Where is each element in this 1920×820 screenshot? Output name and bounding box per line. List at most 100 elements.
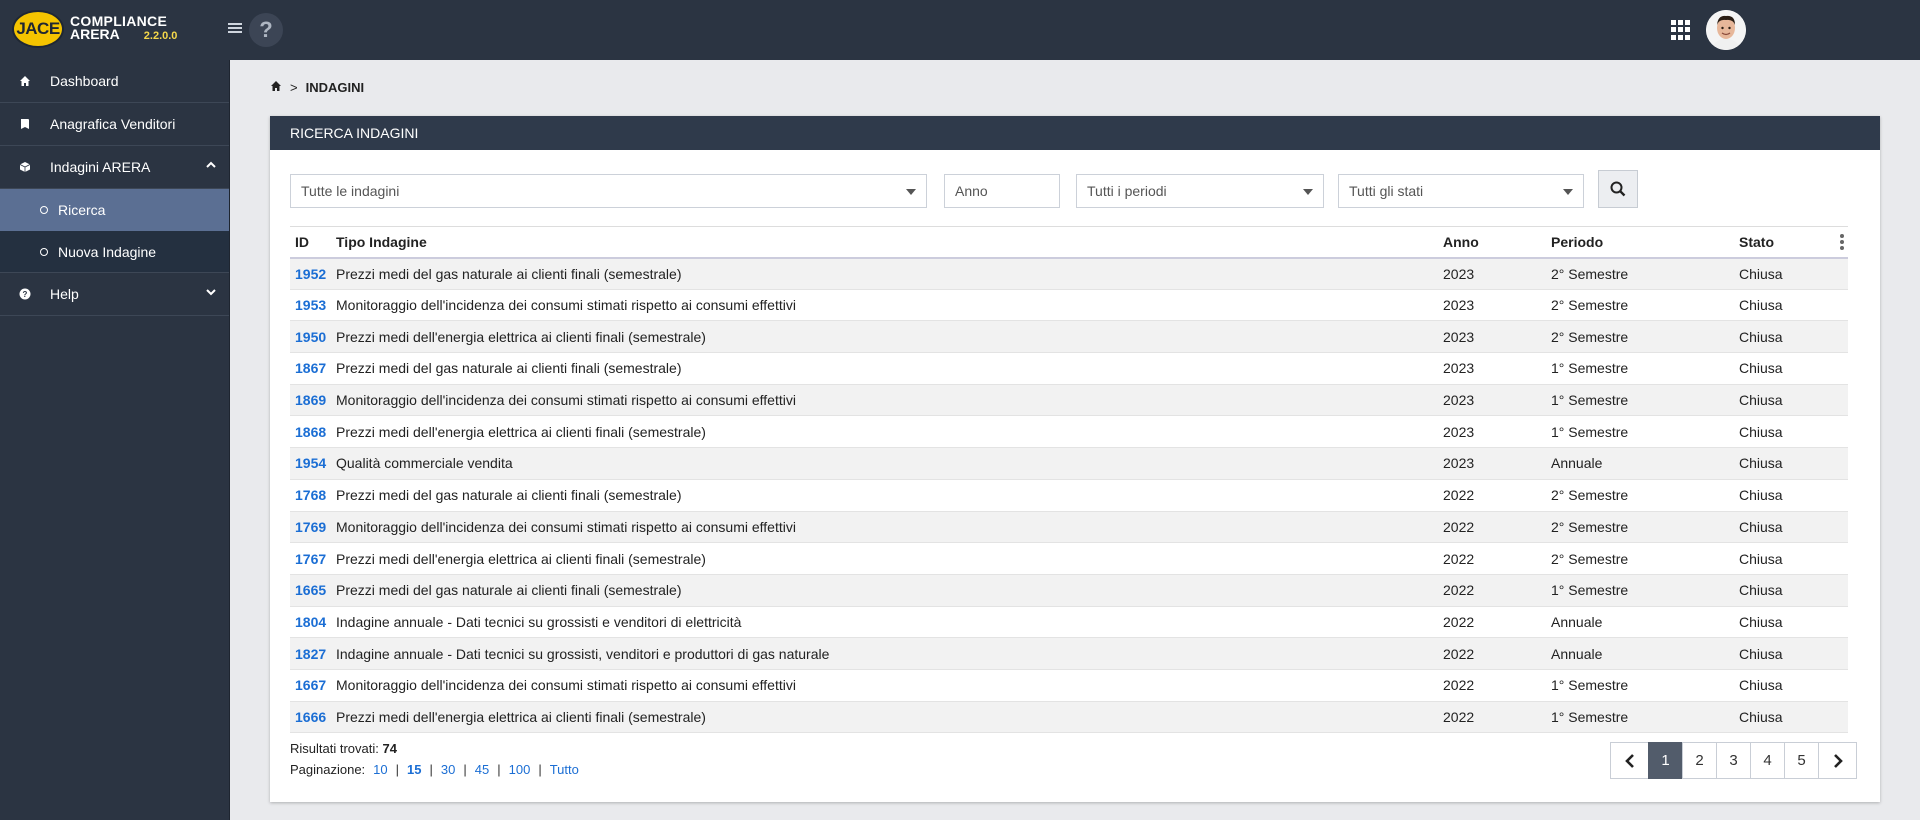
cell-stato: Chiusa xyxy=(1734,574,1848,607)
cell-anno: 2023 xyxy=(1438,447,1546,480)
cell-tipo: Prezzi medi dell'energia elettrica ai cl… xyxy=(331,701,1438,734)
page-size-label: Paginazione: xyxy=(290,762,366,777)
cell-tipo: Monitoraggio dell'incidenza dei consumi … xyxy=(331,384,1438,417)
cell-id[interactable]: 1667 xyxy=(290,669,331,702)
sidebar-subitem-ricerca[interactable]: Ricerca xyxy=(0,189,229,231)
cell-id[interactable]: 1804 xyxy=(290,606,331,639)
stato-select[interactable]: Tutti gli stati xyxy=(1338,174,1584,208)
grid-icon[interactable] xyxy=(1671,20,1691,40)
table-row[interactable]: 1954 Qualità commerciale vendita 2023 Annua… xyxy=(290,447,1848,480)
table-row[interactable]: 1666 Prezzi medi dell'energia elettrica a… xyxy=(290,701,1848,734)
next-page-button[interactable] xyxy=(1818,742,1857,779)
results-count: Risultati trovati: 74 xyxy=(290,741,397,756)
cell-stato: Chiusa xyxy=(1734,542,1848,575)
page-size-divider: | xyxy=(497,762,501,777)
table-row[interactable]: 1952 Prezzi medi del gas naturale ai clie… xyxy=(290,257,1848,290)
sidebar-item-label: Dashboard xyxy=(50,73,119,89)
cell-anno: 2022 xyxy=(1438,479,1546,512)
table-row[interactable]: 1769 Monitoraggio dell'incidenza dei cons… xyxy=(290,511,1848,544)
table-row[interactable]: 1827 Indagine annuale - Dati tecnici su g… xyxy=(290,637,1848,670)
cell-stato: Chiusa xyxy=(1734,447,1848,480)
logo-text: COMPLIANCE ARERA 2.2.0.0 xyxy=(70,14,177,43)
column-header-id[interactable]: ID xyxy=(290,226,331,259)
table-row[interactable]: 1953 Monitoraggio dell'incidenza dei cons… xyxy=(290,289,1848,322)
cell-id[interactable]: 1869 xyxy=(290,384,331,417)
sidebar-item-indagini-arera[interactable]: Indagini ARERA xyxy=(0,146,229,189)
cell-anno: 2023 xyxy=(1438,352,1546,385)
periodo-select[interactable]: Tutti i periodi xyxy=(1076,174,1324,208)
app-logo[interactable]: JACE COMPLIANCE ARERA 2.2.0.0 xyxy=(12,10,177,48)
cell-id[interactable]: 1954 xyxy=(290,447,331,480)
cell-id[interactable]: 1868 xyxy=(290,415,331,449)
table-row[interactable]: 1804 Indagine annuale - Dati tecnici su g… xyxy=(290,606,1848,639)
page-size-option[interactable]: 10 xyxy=(373,762,387,777)
cell-stato: Chiusa xyxy=(1734,415,1848,449)
page-size-selector: Paginazione: 10 | 15 | 30 | 45 | 100 | Tutto xyxy=(290,762,579,777)
table-row[interactable]: 1868 Prezzi medi dell'energia elettrica a… xyxy=(290,415,1848,449)
cell-id[interactable]: 1952 xyxy=(290,257,331,290)
page-size-option[interactable]: 15 xyxy=(407,762,421,777)
cell-id[interactable]: 1666 xyxy=(290,701,331,734)
cell-periodo: Annuale xyxy=(1546,447,1734,480)
cell-id[interactable]: 1953 xyxy=(290,289,331,322)
table-row[interactable]: 1867 Prezzi medi del gas naturale ai clie… xyxy=(290,352,1848,385)
cell-id[interactable]: 1768 xyxy=(290,479,331,512)
cell-id[interactable]: 1867 xyxy=(290,352,331,385)
column-menu-icon[interactable] xyxy=(1840,234,1844,252)
sidebar-item-help[interactable]: ? Help xyxy=(0,273,229,316)
page-button[interactable]: 3 xyxy=(1716,742,1751,779)
cell-anno: 2022 xyxy=(1438,701,1546,734)
avatar[interactable] xyxy=(1706,10,1746,50)
hamburger-icon[interactable] xyxy=(228,19,244,39)
help-icon[interactable]: ? xyxy=(249,13,283,47)
column-header-tipo[interactable]: Tipo Indagine xyxy=(331,226,1438,259)
page-size-option[interactable]: 100 xyxy=(509,762,531,777)
cell-id[interactable]: 1950 xyxy=(290,320,331,354)
page-size-option[interactable]: 45 xyxy=(475,762,489,777)
cell-periodo: 1° Semestre xyxy=(1546,669,1734,702)
page-size-option[interactable]: 30 xyxy=(441,762,455,777)
box-icon xyxy=(18,160,32,174)
cell-periodo: 2° Semestre xyxy=(1546,511,1734,544)
cell-stato: Chiusa xyxy=(1734,479,1848,512)
page-button[interactable]: 1 xyxy=(1648,742,1683,779)
chevron-down-icon[interactable] xyxy=(205,286,217,301)
column-header-periodo[interactable]: Periodo xyxy=(1546,226,1734,259)
column-header-anno[interactable]: Anno xyxy=(1438,226,1546,259)
sidebar-item-dashboard[interactable]: Dashboard xyxy=(0,60,229,103)
table-row[interactable]: 1950 Prezzi medi dell'energia elettrica a… xyxy=(290,320,1848,354)
cell-id[interactable]: 1769 xyxy=(290,511,331,544)
home-icon[interactable] xyxy=(270,80,282,95)
sidebar-subitem-nuova-indagine[interactable]: Nuova Indagine xyxy=(0,231,229,273)
cell-id[interactable]: 1767 xyxy=(290,542,331,575)
cell-periodo: Annuale xyxy=(1546,637,1734,670)
table-row[interactable]: 1767 Prezzi medi dell'energia elettrica a… xyxy=(290,542,1848,575)
cell-id[interactable]: 1827 xyxy=(290,637,331,670)
sidebar-item-anagrafica-venditori[interactable]: Anagrafica Venditori xyxy=(0,103,229,146)
table-row[interactable]: 1869 Monitoraggio dell'incidenza dei cons… xyxy=(290,384,1848,417)
cell-tipo: Prezzi medi del gas naturale ai clienti … xyxy=(331,352,1438,385)
cell-id[interactable]: 1665 xyxy=(290,574,331,607)
table-row[interactable]: 1667 Monitoraggio dell'incidenza dei cons… xyxy=(290,669,1848,702)
page-button[interactable]: 2 xyxy=(1682,742,1717,779)
circle-icon xyxy=(40,247,48,256)
cell-periodo: 1° Semestre xyxy=(1546,701,1734,734)
table-row[interactable]: 1665 Prezzi medi del gas naturale ai clie… xyxy=(290,574,1848,607)
page-size-option[interactable]: Tutto xyxy=(550,762,579,777)
anno-input[interactable]: Anno xyxy=(944,174,1060,208)
page-button[interactable]: 4 xyxy=(1750,742,1785,779)
search-button[interactable] xyxy=(1598,170,1638,208)
cell-tipo: Monitoraggio dell'incidenza dei consumi … xyxy=(331,289,1438,322)
cell-tipo: Prezzi medi dell'energia elettrica ai cl… xyxy=(331,542,1438,575)
prev-page-button[interactable] xyxy=(1610,742,1649,779)
cell-stato: Chiusa xyxy=(1734,289,1848,322)
cell-tipo: Prezzi medi dell'energia elettrica ai cl… xyxy=(331,320,1438,354)
cell-periodo: 1° Semestre xyxy=(1546,415,1734,449)
tipo-indagine-select[interactable]: Tutte le indagini xyxy=(290,174,927,208)
chevron-up-icon[interactable] xyxy=(205,159,217,174)
column-header-stato[interactable]: Stato xyxy=(1734,226,1848,259)
table-row[interactable]: 1768 Prezzi medi del gas naturale ai clie… xyxy=(290,479,1848,512)
caret-down-icon xyxy=(1303,189,1313,195)
page-button[interactable]: 5 xyxy=(1784,742,1819,779)
cell-periodo: 2° Semestre xyxy=(1546,479,1734,512)
